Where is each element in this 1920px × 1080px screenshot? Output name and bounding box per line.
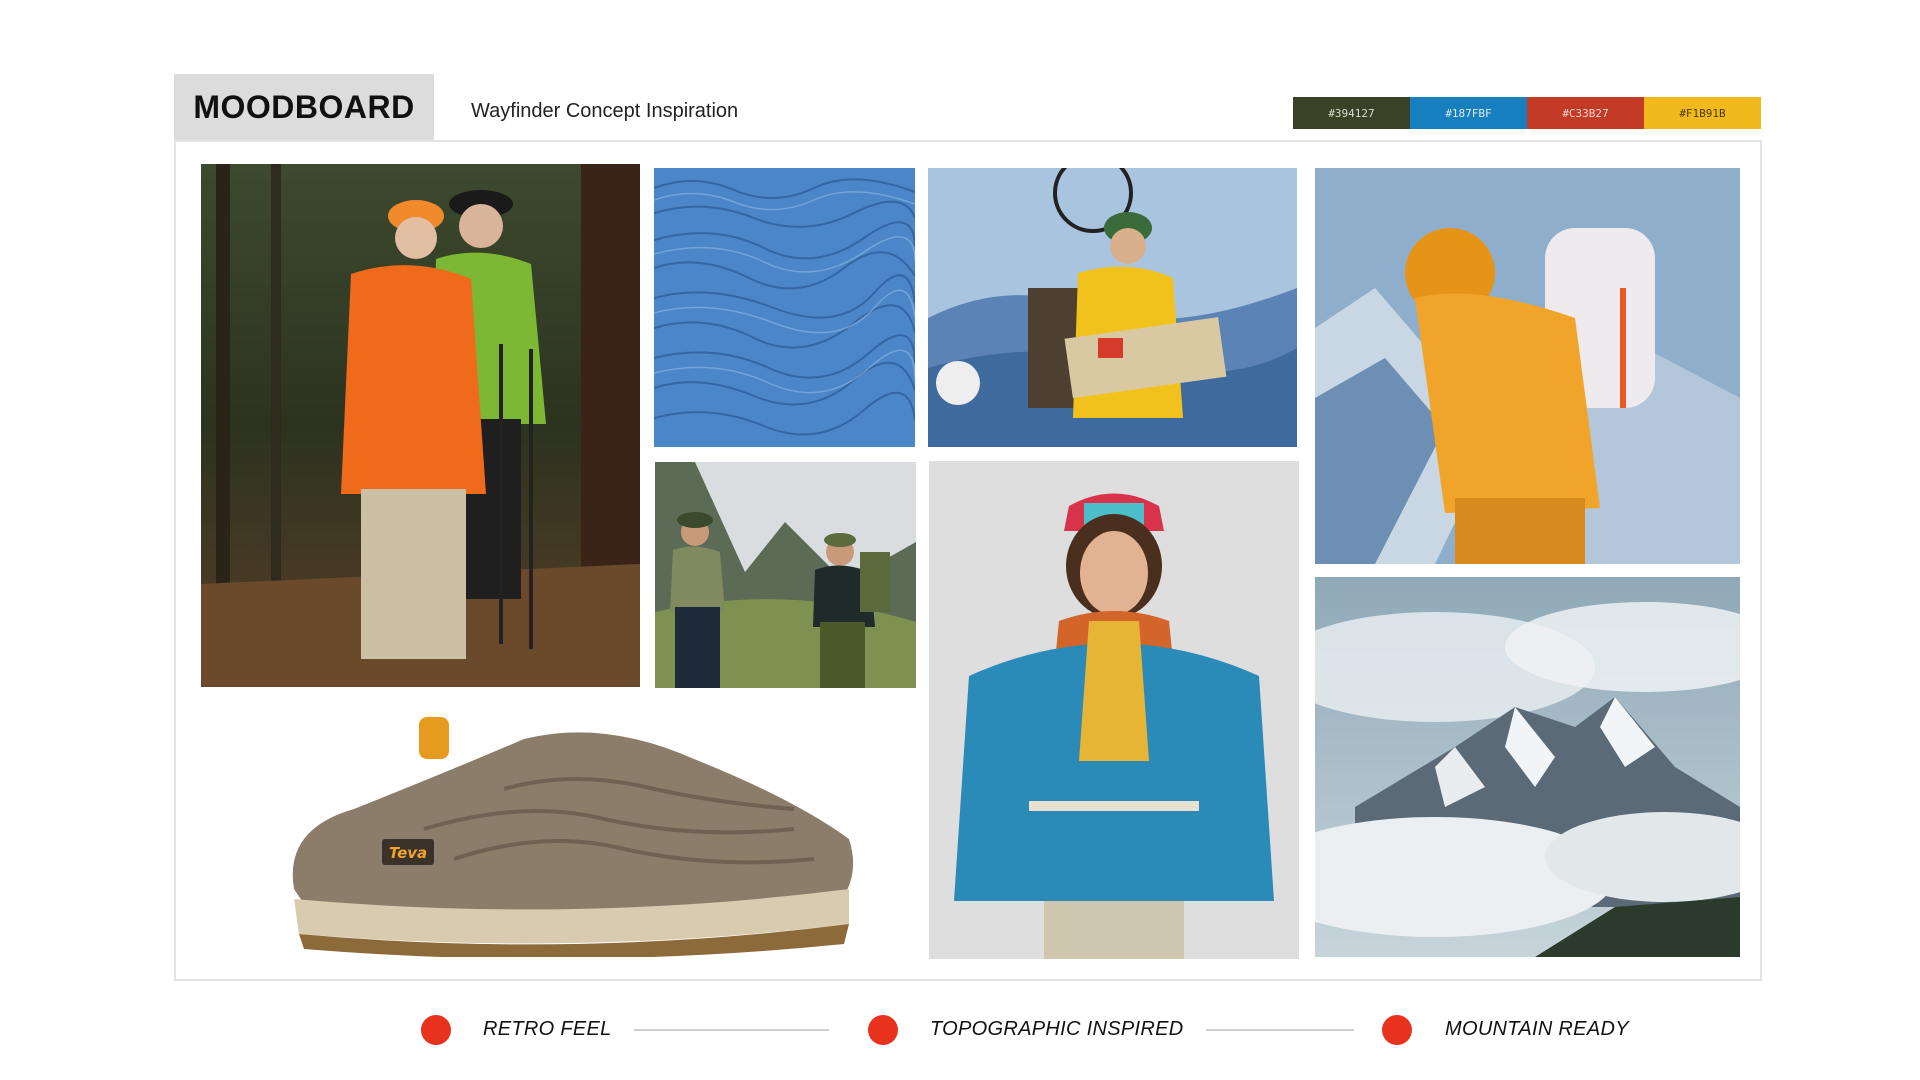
keyword-divider: [634, 1029, 829, 1031]
keyword-divider: [1206, 1029, 1354, 1031]
shoe-logo-text: Teva: [389, 844, 427, 862]
page-title: MOODBOARD: [193, 88, 415, 125]
swatch-label: #394127: [1328, 106, 1375, 120]
swatch-blue: #187FBF: [1410, 97, 1527, 129]
swatch-label: #187FBF: [1445, 106, 1492, 120]
swatch-olive: #394127: [1293, 97, 1410, 129]
swatch-label: #C33B27: [1562, 106, 1609, 120]
photo-teva-slipper: Teva: [274, 709, 862, 957]
swatch-red: #C33B27: [1527, 97, 1644, 129]
keyword-retro-feel: RETRO FEEL: [483, 1018, 612, 1040]
moodboard-page: MOODBOARD Wayfinder Concept Inspiration …: [0, 0, 1920, 1080]
photo-backpackers-valley: [655, 462, 916, 688]
swatch-label: #F1B91B: [1679, 106, 1726, 120]
photo-forest-hikers: [201, 164, 640, 687]
color-palette: #394127 #187FBF #C33B27 #F1B91B: [1293, 97, 1761, 129]
swatch-yellow: #F1B91B: [1644, 97, 1761, 129]
keyword-topographic-inspired: TOPOGRAPHIC INSPIRED: [930, 1018, 1184, 1040]
title-tab: MOODBOARD: [174, 74, 434, 140]
photo-puffer-jacket-man: [929, 461, 1299, 959]
keyword-bullet: [868, 1015, 898, 1045]
keyword-bullet: [1382, 1015, 1412, 1045]
keyword-row: RETRO FEEL TOPOGRAPHIC INSPIRED MOUNTAIN…: [0, 1010, 1920, 1050]
keyword-mountain-ready: MOUNTAIN READY: [1445, 1018, 1629, 1040]
page-subtitle: Wayfinder Concept Inspiration: [471, 100, 739, 122]
keyword-bullet: [421, 1015, 451, 1045]
photo-snowy-peaks: [1315, 577, 1740, 957]
photo-alpine-hiker: [1315, 168, 1740, 564]
photo-cyclist-map: [928, 168, 1297, 447]
photo-quilted-fabric: [654, 168, 915, 447]
